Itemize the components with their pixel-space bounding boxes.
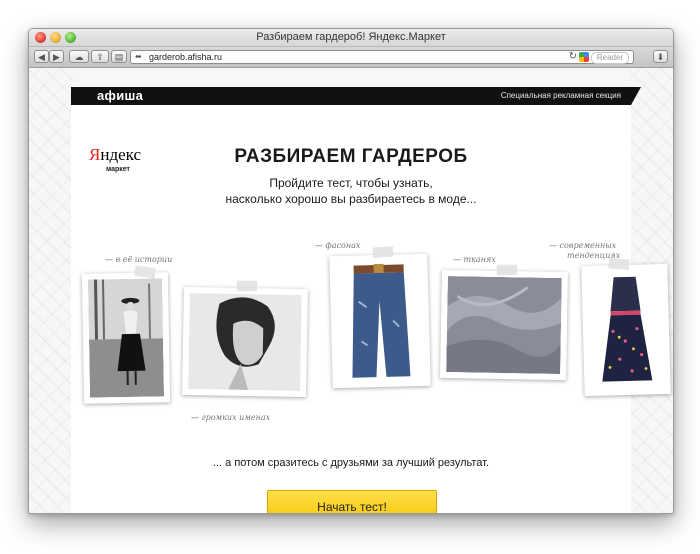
afisha-logo[interactable]: афиша bbox=[97, 88, 143, 103]
promo-page: Яндекс маркет РАЗБИРАЕМ ГАРДЕРОБ Пройдит… bbox=[71, 105, 671, 513]
tape-strip bbox=[497, 265, 517, 275]
cloud-icon: ☁ bbox=[74, 52, 84, 62]
afisha-bar-corner bbox=[631, 87, 641, 105]
vintage-fashion-image bbox=[87, 278, 165, 398]
note-fabric: — тканях bbox=[453, 255, 496, 264]
download-icon: ⬇ bbox=[656, 52, 665, 62]
tape-strip bbox=[237, 281, 257, 291]
note-names: — громких именах bbox=[191, 413, 271, 422]
vintage-fashion-svg bbox=[87, 278, 165, 398]
share-icon: ⇪ bbox=[96, 52, 104, 62]
portrait-image bbox=[188, 293, 302, 391]
reload-icon[interactable]: ↻ bbox=[569, 51, 577, 62]
chevron-right-icon: ▶ bbox=[53, 52, 60, 62]
icloud-button[interactable]: ☁ bbox=[69, 50, 89, 63]
url-text: garderob.afisha.ru bbox=[149, 52, 223, 62]
jeans-svg bbox=[335, 259, 425, 383]
reader-button[interactable]: Reader bbox=[591, 52, 629, 64]
afisha-header-bar: афиша Специальная рекламная секция bbox=[71, 87, 641, 105]
web-viewport: афиша Специальная рекламная секция Яндек… bbox=[29, 68, 673, 513]
forward-button[interactable]: ▶ bbox=[49, 50, 64, 63]
sidebar-icon: ▤ bbox=[114, 52, 124, 62]
share-button[interactable]: ⇪ bbox=[91, 50, 109, 63]
jeans-image bbox=[335, 259, 425, 383]
photo-vintage-fashion bbox=[81, 272, 171, 404]
note-history: — в её истории bbox=[105, 255, 173, 264]
page-subtitle: Пройдите тест, чтобы узнать, насколько х… bbox=[71, 175, 631, 207]
browser-window: Разбираем гардероб! Яндекс.Маркет ◀ ▶ ☁ … bbox=[28, 28, 674, 514]
wardrobe-doodle-pattern-left bbox=[29, 68, 73, 513]
title-bar: Разбираем гардероб! Яндекс.Маркет bbox=[29, 29, 673, 47]
browser-toolbar: ◀ ▶ ☁ ⇪ ▤ ⬌ garderob.afisha.ru ↻ Reader … bbox=[29, 47, 673, 68]
site-favicon-icon: ⬌ bbox=[135, 52, 142, 61]
note-shape: — фасонах bbox=[315, 241, 361, 250]
back-button[interactable]: ◀ bbox=[34, 50, 49, 63]
note-modern: — современных bbox=[549, 241, 617, 250]
downloads-button[interactable]: ⬇ bbox=[653, 50, 668, 63]
ad-section-label: Специальная рекламная секция bbox=[500, 91, 621, 100]
start-test-button[interactable]: Начать тест! bbox=[267, 490, 437, 513]
page-title: РАЗБИРАЕМ ГАРДЕРОБ bbox=[234, 146, 468, 167]
photo-fabric bbox=[440, 269, 568, 381]
window-title: Разбираем гардероб! Яндекс.Маркет bbox=[256, 31, 446, 43]
dress-image bbox=[587, 270, 665, 390]
subtitle-line-1: Пройдите тест, чтобы узнать, bbox=[269, 176, 433, 190]
fabric-svg bbox=[446, 276, 562, 374]
google-search-icon[interactable] bbox=[579, 52, 589, 62]
tape-strip bbox=[608, 258, 630, 270]
cta-tagline: ... а потом сразитесь с друзьями за лучш… bbox=[212, 457, 490, 469]
photo-jeans bbox=[329, 253, 431, 389]
subtitle-line-2: насколько хорошо вы разбираетесь в моде.… bbox=[225, 192, 477, 206]
chevron-left-icon: ◀ bbox=[38, 52, 45, 62]
fabric-image bbox=[446, 276, 562, 374]
photo-dress bbox=[581, 263, 671, 397]
sidebar-button[interactable]: ▤ bbox=[111, 50, 127, 63]
tape-strip bbox=[372, 246, 394, 258]
dress-svg bbox=[587, 270, 665, 390]
portrait-svg bbox=[188, 293, 302, 391]
address-bar[interactable]: ⬌ garderob.afisha.ru ↻ Reader bbox=[130, 50, 634, 64]
photo-portrait bbox=[182, 286, 308, 398]
